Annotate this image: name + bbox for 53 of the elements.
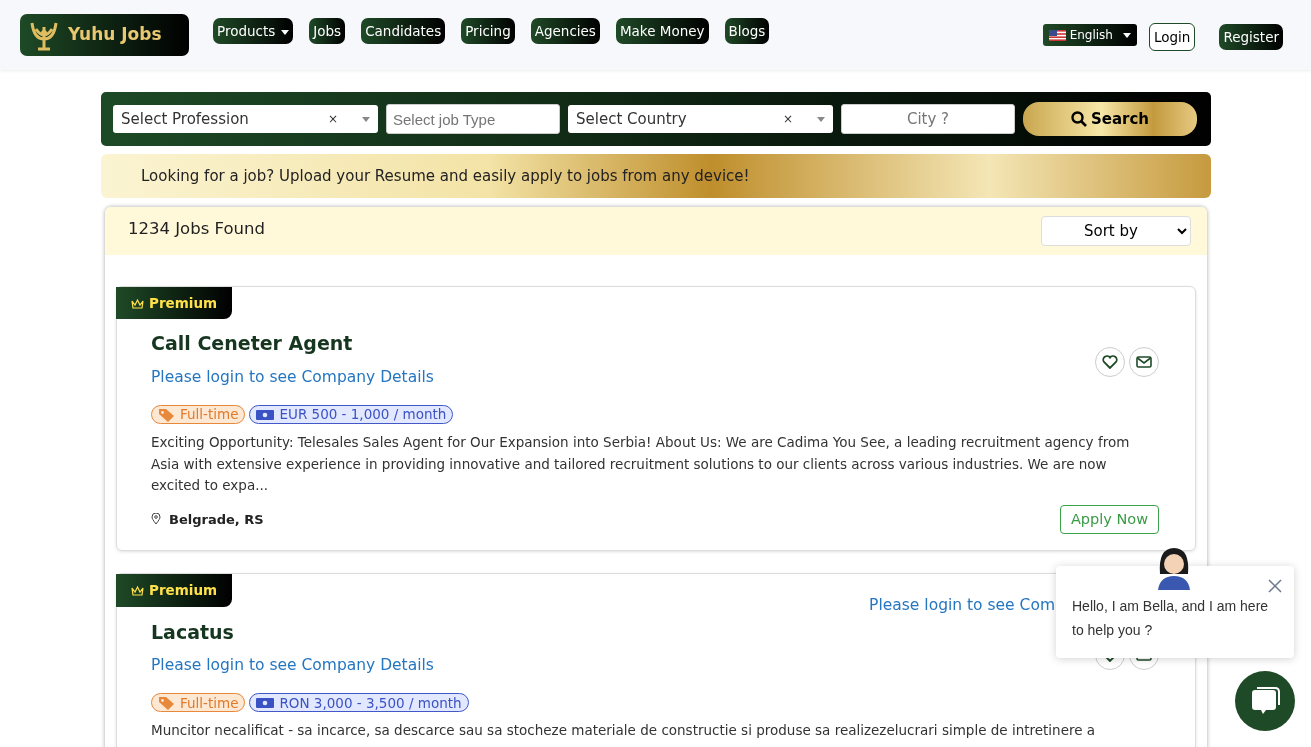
caret-icon <box>817 116 825 122</box>
country-select[interactable]: Select Country × <box>568 105 833 133</box>
nav-link-button[interactable]: Pricing <box>461 18 515 44</box>
nav-link-button[interactable]: Make Money <box>615 18 709 44</box>
message-button[interactable] <box>1129 346 1159 377</box>
crown-icon <box>131 584 144 596</box>
language-dropdown[interactable]: English <box>1042 24 1137 46</box>
results-count: 1234 Jobs Found <box>128 217 265 240</box>
job-description: Exciting Opportunity: Telesales Sales Agent for Our Expansion into Serbia! About Us: We are Cadima You See, a leading recruitment agency from Asia with extensive experience in providing innovative and tailored recruitment solutions to our clients across various industries. We are now excited to expa... <box>151 433 1131 495</box>
close-icon <box>1268 579 1282 593</box>
sort-select[interactable]: Sort by <box>1041 216 1191 246</box>
banner-text: Looking for a job? Upload your Resume and easily apply to jobs from any device! <box>141 165 750 187</box>
nav-link-button[interactable]: Jobs <box>309 18 346 44</box>
login-button[interactable]: Login <box>1149 22 1196 52</box>
nav-link-button[interactable]: Agencies <box>530 18 600 44</box>
favorite-button[interactable] <box>1095 346 1125 377</box>
job-location: Belgrade, RS <box>169 510 264 529</box>
logo[interactable]: Yuhu Jobs <box>20 14 189 56</box>
search-button[interactable]: Search <box>1023 102 1197 136</box>
caret-icon <box>362 116 370 122</box>
premium-badge: Premium <box>116 574 233 607</box>
apply-button[interactable]: Apply Now <box>1059 504 1159 535</box>
flag-icon <box>1048 29 1066 41</box>
cash-icon <box>256 697 275 708</box>
job-title: Call Ceneter Agent <box>151 331 353 357</box>
company-link[interactable]: Please login to see Com <box>869 594 1055 618</box>
clear-icon[interactable]: × <box>782 110 793 128</box>
salary-tag: EUR 500 - 1,000 / month <box>249 405 454 424</box>
job-description: Muncitor necalificat - sa incarce, sa descarce sau sa stocheze materiale de constructie si produse sa realizezelucrari simple de intretinere a <box>151 721 1097 741</box>
salary-tag: RON 3,000 - 3,500 / month <box>249 693 469 713</box>
nav-link-button[interactable]: Blogs <box>724 18 770 44</box>
job-title: Lacatus <box>151 619 234 645</box>
tag-icon <box>158 407 175 422</box>
premium-badge: Premium <box>116 287 233 320</box>
clear-icon[interactable]: × <box>327 110 338 128</box>
cash-icon <box>256 409 275 420</box>
nav-link-button[interactable]: Products <box>213 18 294 44</box>
register-button[interactable]: Register <box>1219 24 1283 50</box>
job-type-tag: Full-time <box>151 405 246 424</box>
map-pin-icon <box>151 513 161 526</box>
job-type-field[interactable]: Select job Type <box>386 104 560 134</box>
city-field[interactable]: City ? <box>841 104 1015 134</box>
chat-button[interactable] <box>1235 671 1295 731</box>
company-link[interactable]: Please login to see Company Details <box>151 367 434 386</box>
chat-message: Hello, I am Bella, and I am here to help you ? <box>1072 598 1269 638</box>
job-type-tag: Full-time <box>151 693 246 713</box>
nav-link-button[interactable]: Candidates <box>361 18 446 44</box>
profession-select[interactable]: Select Profession × <box>113 105 378 133</box>
crown-icon <box>131 297 144 309</box>
company-link[interactable]: Please login to see Company Details <box>151 656 434 674</box>
search-icon <box>1070 111 1087 127</box>
caret-icon <box>1123 32 1131 38</box>
tag-icon <box>158 695 175 710</box>
